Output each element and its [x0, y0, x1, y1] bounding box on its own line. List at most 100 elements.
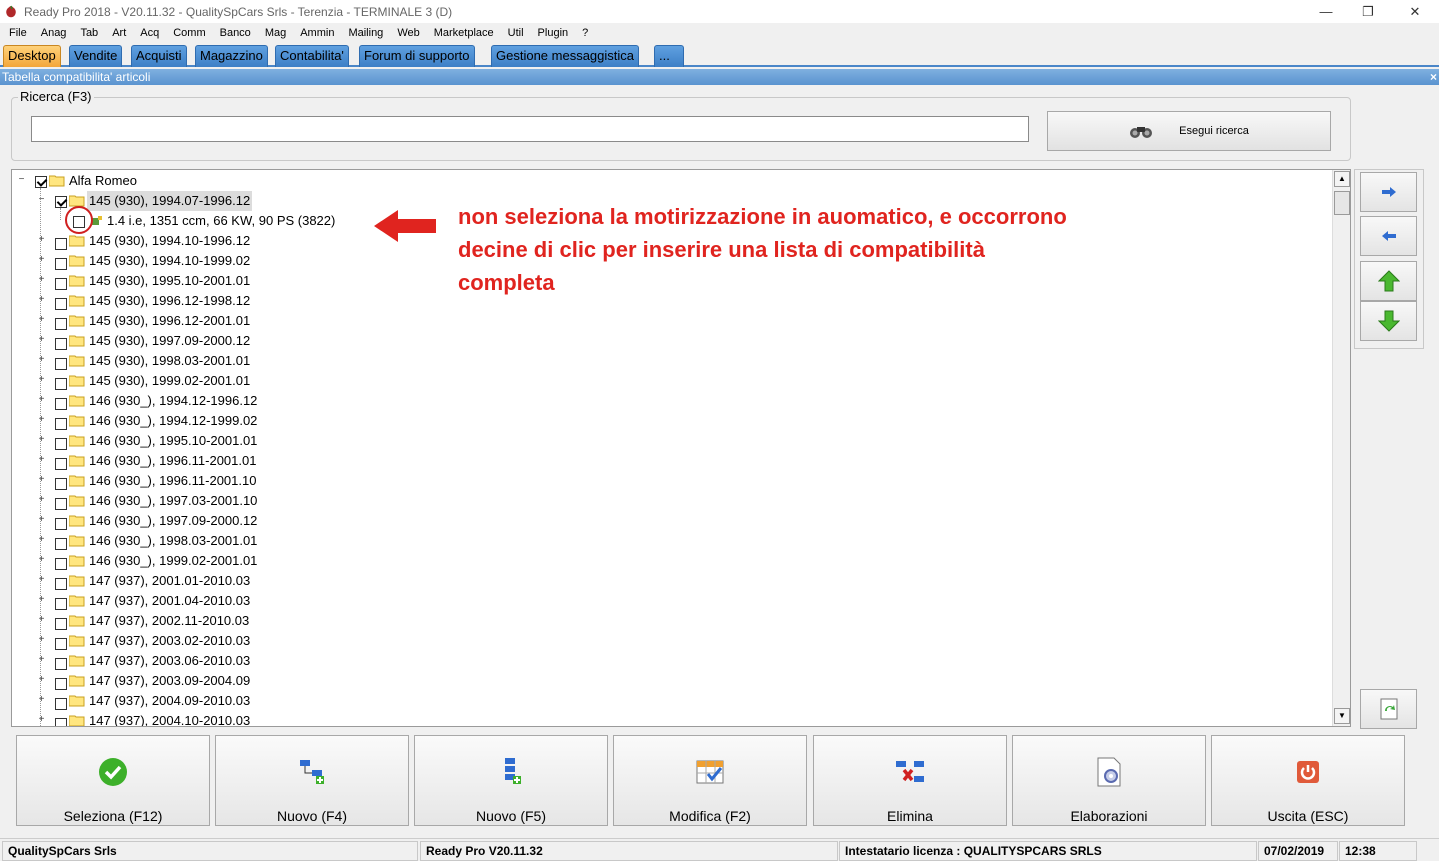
uscita-button[interactable]: Uscita (ESC) [1211, 735, 1405, 826]
expand-icon[interactable]: + [37, 655, 46, 665]
node-checkbox[interactable] [55, 638, 67, 650]
nuovo-f4-button[interactable]: Nuovo (F4) [215, 735, 409, 826]
tree-node[interactable]: +147 (937), 2001.01-2010.03 [12, 571, 312, 591]
expand-icon[interactable]: + [37, 715, 46, 725]
expand-icon[interactable]: + [37, 375, 46, 385]
expand-icon[interactable]: + [37, 395, 46, 405]
node-checkbox[interactable] [55, 598, 67, 610]
expand-icon[interactable]: + [37, 355, 46, 365]
move-up-button[interactable] [1360, 261, 1417, 301]
move-right-button[interactable] [1360, 172, 1417, 212]
tree-node[interactable]: +146 (930_), 1997.09-2000.12 [12, 511, 312, 531]
expand-icon[interactable]: + [37, 335, 46, 345]
node-checkbox[interactable] [55, 196, 67, 208]
tree-node[interactable]: +146 (930_), 1998.03-2001.01 [12, 531, 312, 551]
node-checkbox[interactable] [55, 478, 67, 490]
tree-node[interactable]: +145 (930), 1994.10-1999.02 [12, 251, 312, 271]
tree-node[interactable]: +146 (930_), 1997.03-2001.10 [12, 491, 312, 511]
menu-anag[interactable]: Anag [34, 27, 74, 39]
node-checkbox[interactable] [55, 398, 67, 410]
elaborazioni-button[interactable]: Elaborazioni [1012, 735, 1206, 826]
tree-node[interactable]: +145 (930), 1996.12-2001.01 [12, 311, 312, 331]
tree-node[interactable]: +146 (930_), 1999.02-2001.01 [12, 551, 312, 571]
expand-icon[interactable]: + [37, 535, 46, 545]
expand-icon[interactable]: + [37, 555, 46, 565]
expand-icon[interactable]: + [37, 275, 46, 285]
menu-mailing[interactable]: Mailing [341, 27, 390, 39]
node-checkbox[interactable] [55, 458, 67, 470]
menu-file[interactable]: File [2, 27, 34, 39]
node-checkbox[interactable] [55, 538, 67, 550]
node-checkbox[interactable] [55, 438, 67, 450]
node-checkbox[interactable] [55, 678, 67, 690]
form-close-icon[interactable]: × [1430, 69, 1437, 85]
search-button[interactable]: Esegui ricerca [1047, 111, 1331, 151]
node-checkbox[interactable] [55, 658, 67, 670]
elimina-button[interactable]: Elimina [813, 735, 1007, 826]
node-checkbox[interactable] [55, 338, 67, 350]
nuovo-f5-button[interactable]: Nuovo (F5) [414, 735, 608, 826]
scroll-up-icon[interactable]: ▲ [1334, 171, 1350, 187]
seleziona-button[interactable]: Seleziona (F12) [16, 735, 210, 826]
expand-icon[interactable]: + [37, 315, 46, 325]
root-checkbox[interactable] [35, 176, 47, 188]
expand-icon[interactable]: + [37, 235, 46, 245]
tree-node[interactable]: +147 (937), 2003.02-2010.03 [12, 631, 312, 651]
menu-mag[interactable]: Mag [258, 27, 293, 39]
expand-icon[interactable]: + [37, 575, 46, 585]
menu-plugin[interactable]: Plugin [531, 27, 576, 39]
menu-help[interactable]: ? [575, 27, 595, 39]
expand-icon[interactable]: + [37, 475, 46, 485]
node-checkbox[interactable] [55, 358, 67, 370]
refresh-button[interactable] [1360, 689, 1417, 729]
tree-node[interactable]: +147 (937), 2002.11-2010.03 [12, 611, 312, 631]
expand-icon[interactable]: + [37, 675, 46, 685]
expand-icon[interactable]: + [37, 455, 46, 465]
node-checkbox[interactable] [55, 298, 67, 310]
tree-node[interactable]: +145 (930), 1996.12-1998.12 [12, 291, 312, 311]
tab-desktop[interactable]: Desktop [3, 45, 61, 67]
tree-node[interactable]: +147 (937), 2003.09-2004.09 [12, 671, 312, 691]
node-checkbox[interactable] [55, 278, 67, 290]
close-icon[interactable]: ✕ [1392, 0, 1438, 23]
node-checkbox[interactable] [55, 418, 67, 430]
node-checkbox[interactable] [55, 698, 67, 710]
expand-icon[interactable]: + [37, 435, 46, 445]
tree-node[interactable]: +146 (930_), 1994.12-1996.12 [12, 391, 312, 411]
tree-node[interactable]: +146 (930_), 1995.10-2001.01 [12, 431, 312, 451]
tree-node[interactable]: +145 (930), 1998.03-2001.01 [12, 351, 312, 371]
search-input[interactable] [31, 116, 1029, 142]
tree-node-root[interactable]: − Alfa Romeo [12, 171, 312, 191]
modifica-button[interactable]: Modifica (F2) [613, 735, 807, 826]
node-checkbox[interactable] [55, 238, 67, 250]
tree-node[interactable]: +146 (930_), 1996.11-2001.01 [12, 451, 312, 471]
menu-ammin[interactable]: Ammin [293, 27, 341, 39]
expand-icon[interactable]: + [37, 515, 46, 525]
expand-icon[interactable]: + [37, 615, 46, 625]
tree-node[interactable]: +146 (930_), 1994.12-1999.02 [12, 411, 312, 431]
menu-web[interactable]: Web [390, 27, 426, 39]
tab-messaggistica[interactable]: Gestione messaggistica [491, 45, 640, 67]
tab-vendite[interactable]: Vendite [69, 45, 123, 67]
node-checkbox[interactable] [55, 498, 67, 510]
expand-icon[interactable]: + [37, 695, 46, 705]
tree-node[interactable]: +147 (937), 2004.09-2010.03 [12, 691, 312, 711]
tree-node[interactable]: +147 (937), 2003.06-2010.03 [12, 651, 312, 671]
tree-scrollbar[interactable]: ▲ ▼ [1332, 170, 1350, 726]
menu-comm[interactable]: Comm [166, 27, 212, 39]
expand-icon[interactable]: + [37, 595, 46, 605]
node-checkbox[interactable] [55, 618, 67, 630]
expand-icon[interactable]: + [37, 255, 46, 265]
node-checkbox[interactable] [55, 318, 67, 330]
expand-icon[interactable]: + [37, 415, 46, 425]
tab-more[interactable]: ... [654, 45, 684, 67]
move-down-button[interactable] [1360, 301, 1417, 341]
menu-tab[interactable]: Tab [73, 27, 105, 39]
tree-node[interactable]: +145 (930), 1997.09-2000.12 [12, 331, 312, 351]
expand-icon[interactable]: + [37, 635, 46, 645]
expand-icon[interactable]: + [37, 295, 46, 305]
menu-art[interactable]: Art [105, 27, 133, 39]
collapse-icon[interactable]: − [17, 175, 26, 185]
tree-node[interactable]: +145 (930), 1994.10-1996.12 [12, 231, 312, 251]
tab-acquisti[interactable]: Acquisti [131, 45, 187, 67]
